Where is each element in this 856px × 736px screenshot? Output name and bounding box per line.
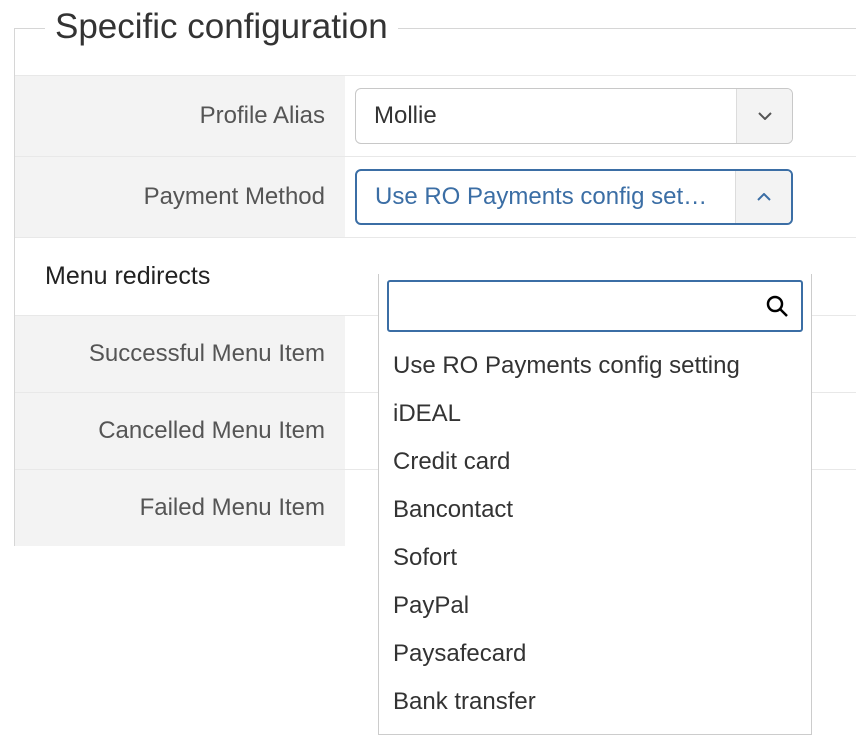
dropdown-option[interactable]: Credit card bbox=[379, 438, 811, 486]
dropdown-option[interactable]: Bancontact bbox=[379, 486, 811, 534]
profile-alias-control-cell: Mollie bbox=[345, 76, 856, 156]
payment-method-dropdown-panel: Use RO Payments config setting iDEAL Cre… bbox=[378, 274, 812, 735]
caret-up-icon bbox=[735, 171, 791, 223]
dropdown-search-input[interactable] bbox=[401, 282, 765, 330]
dropdown-search-wrapper bbox=[387, 280, 803, 332]
profile-alias-selected-value: Mollie bbox=[356, 89, 736, 143]
fieldset-legend: Specific configuration bbox=[45, 7, 398, 47]
dropdown-option[interactable]: Bank transfer bbox=[379, 678, 811, 726]
payment-method-selected-value: Use RO Payments config set… bbox=[357, 171, 735, 223]
caret-down-icon bbox=[736, 89, 792, 143]
successful-menu-item-label: Successful Menu Item bbox=[15, 316, 345, 392]
dropdown-option[interactable]: Use RO Payments config setting bbox=[379, 342, 811, 390]
dropdown-options-list: Use RO Payments config setting iDEAL Cre… bbox=[379, 342, 811, 726]
cancelled-menu-item-label: Cancelled Menu Item bbox=[15, 393, 345, 469]
payment-method-label: Payment Method bbox=[15, 157, 345, 237]
payment-method-control-cell: Use RO Payments config set… bbox=[345, 157, 856, 237]
profile-alias-select[interactable]: Mollie bbox=[355, 88, 793, 144]
dropdown-option[interactable]: Sofort bbox=[379, 534, 811, 582]
dropdown-option[interactable]: iDEAL bbox=[379, 390, 811, 438]
search-icon bbox=[765, 294, 789, 318]
profile-alias-row: Profile Alias Mollie bbox=[15, 75, 856, 156]
dropdown-option[interactable]: Paysafecard bbox=[379, 630, 811, 678]
failed-menu-item-label: Failed Menu Item bbox=[15, 470, 345, 546]
payment-method-row: Payment Method Use RO Payments config se… bbox=[15, 156, 856, 237]
profile-alias-label: Profile Alias bbox=[15, 76, 345, 156]
payment-method-select[interactable]: Use RO Payments config set… bbox=[355, 169, 793, 225]
dropdown-option[interactable]: PayPal bbox=[379, 582, 811, 630]
